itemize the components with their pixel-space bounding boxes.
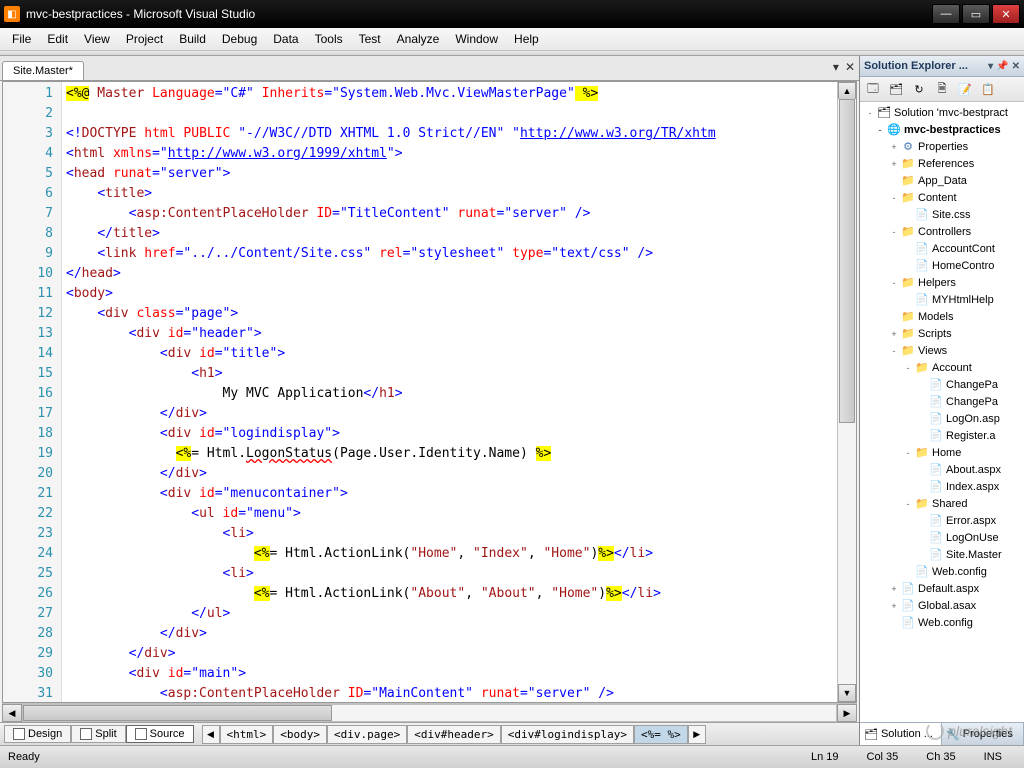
tree-item[interactable]: 📄Site.css [860,206,1024,223]
vertical-scrollbar[interactable]: ▲ ▼ [837,82,856,702]
nest-icon[interactable]: 🗎 [932,79,952,99]
maximize-button[interactable]: ▭ [962,4,990,24]
tree-item[interactable]: 📄Index.aspx [860,478,1024,495]
close-button[interactable]: ✕ [992,4,1020,24]
tree-item[interactable]: 📄Web.config [860,563,1024,580]
copy-icon[interactable]: 📋 [978,79,998,99]
tree-item[interactable]: +📄Default.aspx [860,580,1024,597]
menu-window[interactable]: Window [447,30,506,48]
horizontal-scrollbar[interactable]: ◀▶ [2,703,857,722]
panel-pin-icon[interactable]: 📌 [996,61,1008,72]
tree-item[interactable]: 📁App_Data [860,172,1024,189]
breadcrumb-prev-icon[interactable]: ◀ [202,725,220,744]
menu-debug[interactable]: Debug [214,30,265,48]
tab-dropdown-icon[interactable]: ▾ [833,60,839,74]
split-view-button[interactable]: Split [71,725,125,743]
menu-build[interactable]: Build [171,30,214,48]
code-editor[interactable]: 1234567891011121314151617181920212223242… [2,81,857,703]
tree-item[interactable]: 📄AccountCont [860,240,1024,257]
element-breadcrumb: ◀ <html> <body> <div.page> <div#header> … [202,725,706,744]
tree-item[interactable]: 📁Models [860,308,1024,325]
solution-node[interactable]: Solution 'mvc-bestpract [894,107,1008,119]
tree-item[interactable]: +⚙Properties [860,138,1024,155]
crumb-body[interactable]: <body> [273,725,327,744]
menu-help[interactable]: Help [506,30,547,48]
tree-item[interactable]: 📄Web.config [860,614,1024,631]
view-bar: Design Split Source ◀ <html> <body> <div… [0,722,859,745]
tree-item[interactable]: 📄LogOn.asp [860,410,1024,427]
tree-item[interactable]: 📄ChangePa [860,376,1024,393]
tree-item[interactable]: -📁Views [860,342,1024,359]
menubar: File Edit View Project Build Debug Data … [0,28,1024,51]
menu-tools[interactable]: Tools [307,30,351,48]
code-area[interactable]: <%@ Master Language="C#" Inherits="Syste… [62,82,837,702]
panel-title: Solution Explorer ... [864,60,968,72]
tree-item[interactable]: +📁References [860,155,1024,172]
tree-item[interactable]: 📄MYHtmlHelp [860,291,1024,308]
status-ins: INS [970,751,1016,763]
crumb-div-logindisplay[interactable]: <div#logindisplay> [501,725,634,744]
status-ch: Ch 35 [912,751,969,763]
menu-file[interactable]: File [4,30,39,48]
tree-item[interactable]: 📄ChangePa [860,393,1024,410]
status-col: Col 35 [853,751,913,763]
solution-tree[interactable]: -🗂Solution 'mvc-bestpract -🌐mvc-bestprac… [860,102,1024,722]
crumb-div-header[interactable]: <div#header> [407,725,500,744]
tree-item[interactable]: +📁Scripts [860,325,1024,342]
tab-close-icon[interactable]: ✕ [845,60,855,74]
panel-dropdown-icon[interactable]: ▾ [988,61,993,72]
status-ready: Ready [8,751,40,763]
menu-data[interactable]: Data [265,30,306,48]
tree-item[interactable]: -📁Content [860,189,1024,206]
tree-item[interactable]: +📄Global.asax [860,597,1024,614]
tree-item[interactable]: -📁Shared [860,495,1024,512]
crumb-expression[interactable]: <%= %> [634,725,688,744]
window-title: mvc-bestpractices - Microsoft Visual Stu… [26,7,932,21]
explorer-toolbar: 🗔 🗂 ↻ 🗎 📝 📋 [860,77,1024,102]
minimize-button[interactable]: — [932,4,960,24]
pluralsight-logo: pluralsight [926,722,1012,740]
tab-label: Site.Master* [13,65,73,77]
statusbar: Ready Ln 19 Col 35 Ch 35 INS [0,745,1024,768]
project-node[interactable]: mvc-bestpractices [904,124,1001,136]
crumb-div-page[interactable]: <div.page> [327,725,407,744]
panel-close-icon[interactable]: ✕ [1012,61,1020,72]
document-tabs: Site.Master* ▾ ✕ [0,56,859,81]
tab-site-master[interactable]: Site.Master* [2,61,84,80]
crumb-html[interactable]: <html> [220,725,274,744]
breadcrumb-next-icon[interactable]: ▶ [688,725,706,744]
menu-edit[interactable]: Edit [39,30,76,48]
tree-item[interactable]: -📁Helpers [860,274,1024,291]
status-line: Ln 19 [797,751,853,763]
tree-item[interactable]: 📄Error.aspx [860,512,1024,529]
tree-item[interactable]: -📁Home [860,444,1024,461]
menu-project[interactable]: Project [118,30,171,48]
tree-item[interactable]: -📁Account [860,359,1024,376]
app-icon: ◧ [4,6,20,22]
menu-view[interactable]: View [76,30,118,48]
tree-item[interactable]: 📄LogOnUse [860,529,1024,546]
tree-item[interactable]: 📄Site.Master [860,546,1024,563]
menu-analyze[interactable]: Analyze [389,30,448,48]
menu-test[interactable]: Test [351,30,389,48]
tree-item[interactable]: 📄Register.a [860,427,1024,444]
show-all-icon[interactable]: 🗂 [886,79,906,99]
tree-item[interactable]: -📁Controllers [860,223,1024,240]
tree-item[interactable]: 📄About.aspx [860,461,1024,478]
refresh-icon[interactable]: ↻ [909,79,929,99]
titlebar: ◧ mvc-bestpractices - Microsoft Visual S… [0,0,1024,28]
view-code-icon[interactable]: 📝 [955,79,975,99]
solution-explorer-panel: Solution Explorer ... ▾📌 ✕ 🗔 🗂 ↻ 🗎 📝 📋 -🗂… [859,56,1024,745]
tree-item[interactable]: 📄HomeContro [860,257,1024,274]
design-view-button[interactable]: Design [4,725,71,743]
source-view-button[interactable]: Source [126,725,194,743]
properties-icon[interactable]: 🗔 [863,79,883,99]
line-gutter: 1234567891011121314151617181920212223242… [3,82,62,702]
